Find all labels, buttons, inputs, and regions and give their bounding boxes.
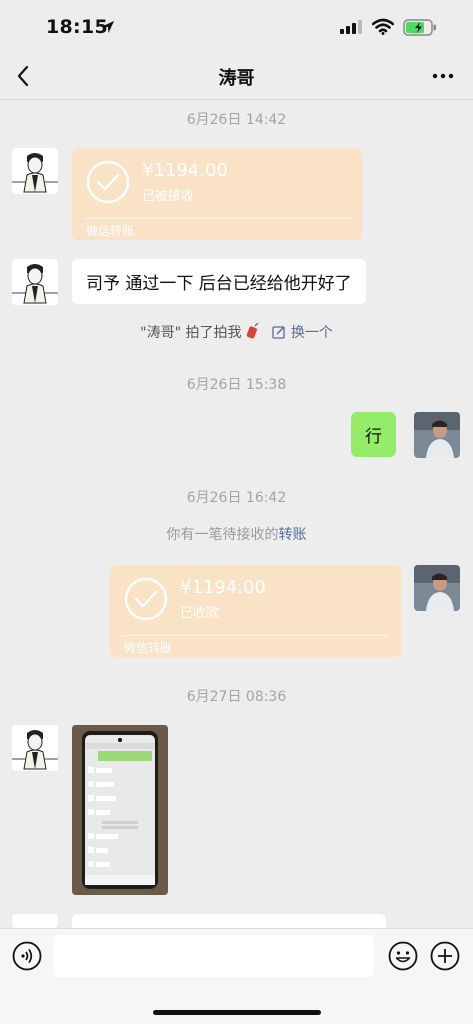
avatar-contact[interactable] xyxy=(12,148,58,194)
emoji-icon[interactable] xyxy=(388,941,418,971)
transfer-card-collected[interactable]: ¥1194.00 已收款 微信转账 xyxy=(110,565,401,657)
check-circle-icon xyxy=(86,160,130,204)
transfer-amount: ¥1194.00 xyxy=(180,577,266,598)
avatar-self[interactable] xyxy=(414,565,460,611)
phone-photo-image xyxy=(72,725,168,895)
avatar-contact[interactable] xyxy=(12,914,58,928)
wifi-icon xyxy=(372,18,394,35)
transfer-label: 微信转账 xyxy=(86,224,135,238)
message-bubble-sent[interactable]: 行 xyxy=(351,412,396,457)
cellular-signal-icon xyxy=(340,20,362,34)
check-circle-icon xyxy=(124,577,168,621)
avatar-contact[interactable] xyxy=(12,259,58,305)
change-pat-label: 换一个 xyxy=(290,325,333,341)
battery-charging-icon xyxy=(403,19,436,36)
pat-action: 拍了拍我 xyxy=(181,325,242,341)
voice-input-icon[interactable] xyxy=(12,941,42,971)
transfer-label: 微信转账 xyxy=(124,641,173,655)
transfer-amount: ¥1194.00 xyxy=(142,160,228,181)
timestamp: 6月27日 08:36 xyxy=(186,689,287,705)
divider xyxy=(84,218,350,219)
message-bubble-partial[interactable] xyxy=(72,914,386,928)
more-functions-plus-icon[interactable] xyxy=(430,941,460,971)
message-input[interactable] xyxy=(54,935,374,977)
cartoon-man-avatar-icon xyxy=(12,259,58,305)
transfer-status: 已收款 xyxy=(180,606,220,621)
nav-bar: 涛哥 xyxy=(0,54,473,100)
more-options-icon[interactable] xyxy=(431,68,455,84)
timestamp: 6月26日 15:38 xyxy=(186,377,287,393)
pending-transfer-text: 你有一笔待接收的 xyxy=(166,527,279,543)
location-arrow-icon xyxy=(102,21,114,33)
photo-avatar-icon xyxy=(414,412,460,458)
cartoon-man-avatar-icon xyxy=(12,148,58,194)
change-pat-link[interactable]: 换一个 xyxy=(272,325,333,341)
edit-icon xyxy=(272,326,286,339)
home-indicator xyxy=(153,1010,321,1015)
timestamp: 6月26日 16:42 xyxy=(186,490,287,506)
cartoon-man-avatar-icon xyxy=(12,725,58,771)
pat-name: "涛哥" xyxy=(140,325,182,341)
photo-avatar-icon xyxy=(414,565,460,611)
transfer-card-received[interactable]: ¥1194.00 已被接收 微信转账 xyxy=(72,148,362,240)
chat-title: 涛哥 xyxy=(218,68,255,89)
divider xyxy=(122,635,389,636)
avatar-self[interactable] xyxy=(414,412,460,458)
avatar-contact[interactable] xyxy=(12,725,58,771)
transfer-status: 已被接收 xyxy=(142,189,195,204)
status-time: 18:15 xyxy=(46,16,108,38)
firecracker-icon xyxy=(246,322,259,339)
timestamp: 6月26日 14:42 xyxy=(186,112,287,128)
pat-notice: "涛哥" 拍了拍我 换一个 xyxy=(0,322,473,342)
status-bar: 18:15 xyxy=(0,0,473,54)
message-bubble-received[interactable]: 司予 通过一下 后台已经给他开好了 xyxy=(72,259,366,304)
pending-transfer-notice: 你有一笔待接收的转账 xyxy=(0,524,473,544)
transfer-link[interactable]: 转账 xyxy=(279,527,307,543)
image-message-phone-photo[interactable] xyxy=(72,725,168,895)
input-bar xyxy=(0,928,473,1024)
